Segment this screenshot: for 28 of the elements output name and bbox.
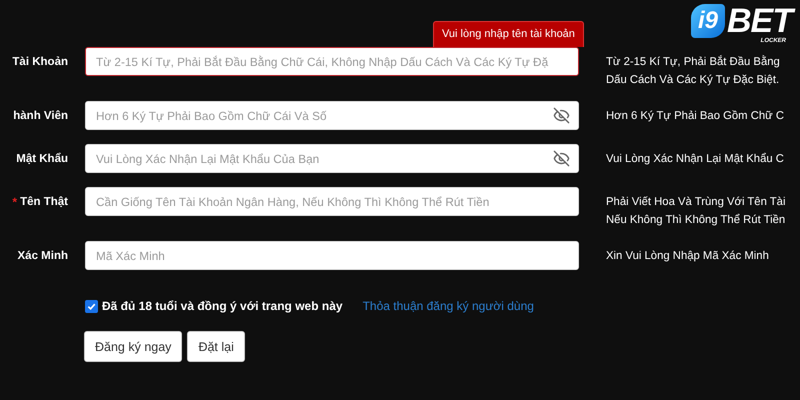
agree-checkbox[interactable] bbox=[85, 300, 98, 312]
reset-button[interactable]: Đặt lại bbox=[187, 331, 245, 362]
field-label: Mật Khẩu bbox=[16, 152, 68, 167]
password-input[interactable]: Hơn 6 Ký Tự Phải Bao Gồm Chữ Cái Và Số bbox=[96, 108, 553, 122]
register-button[interactable]: Đăng ký ngay bbox=[84, 331, 182, 362]
terms-link[interactable]: Thỏa thuận đăng ký người dùng bbox=[362, 299, 534, 313]
field-hint: Phải Viết Hoa Và Trùng Với Tên Tài bbox=[606, 195, 786, 210]
field-hint: Hơn 6 Ký Tự Phải Bao Gồm Chữ C bbox=[606, 109, 786, 124]
hide-password-icon[interactable] bbox=[553, 107, 570, 124]
logo-mark: i9 bbox=[690, 4, 725, 38]
error-tooltip: Vui lòng nhập tên tài khoản bbox=[433, 21, 584, 47]
field-hint: Nếu Không Thì Không Thể Rút Tiền bbox=[606, 212, 786, 228]
field-hint: Vui Lòng Xác Nhận Lại Mật Khẩu C bbox=[606, 152, 785, 167]
field-hint: Dấu Cách Và Các Ký Tự Đặc Biệt. bbox=[606, 73, 780, 88]
agree-label: Đã đủ 18 tuổi và đồng ý với trang web này bbox=[102, 299, 343, 313]
field-hint: Từ 2-15 Kí Tự, Phải Bắt Đầu Bằng bbox=[606, 54, 781, 70]
field-label: Xác Minh bbox=[18, 249, 68, 264]
text-input[interactable]: Từ 2-15 Kí Tự, Phải Bắt Đầu Bằng Chữ Cái, Không Nhập Dấu Cách Và Các Ký Tự Đặ bbox=[96, 54, 570, 68]
field-hint: Xin Vui Lòng Nhập Mã Xác Minh bbox=[606, 249, 770, 264]
field-label: hành Viên bbox=[13, 109, 68, 124]
text-input[interactable]: Cần Giống Tên Tài Khoản Ngân Hàng, Nếu Không Thì Không Thể Rút Tiền bbox=[96, 194, 570, 208]
required-mark: * bbox=[12, 195, 18, 209]
field-label: Tên Thật bbox=[20, 195, 68, 210]
hide-password-icon[interactable] bbox=[553, 150, 570, 167]
password-input[interactable]: Vui Lòng Xác Nhận Lại Mật Khẩu Của Bạn bbox=[96, 152, 553, 166]
input-field[interactable]: Từ 2-15 Kí Tự, Phải Bắt Đầu Bằng Chữ Cái, Không Nhập Dấu Cách Và Các Ký Tự Đặ bbox=[85, 47, 579, 76]
text-input[interactable]: Mã Xác Minh bbox=[96, 248, 570, 262]
field-label: Tài Khoản bbox=[12, 55, 68, 70]
